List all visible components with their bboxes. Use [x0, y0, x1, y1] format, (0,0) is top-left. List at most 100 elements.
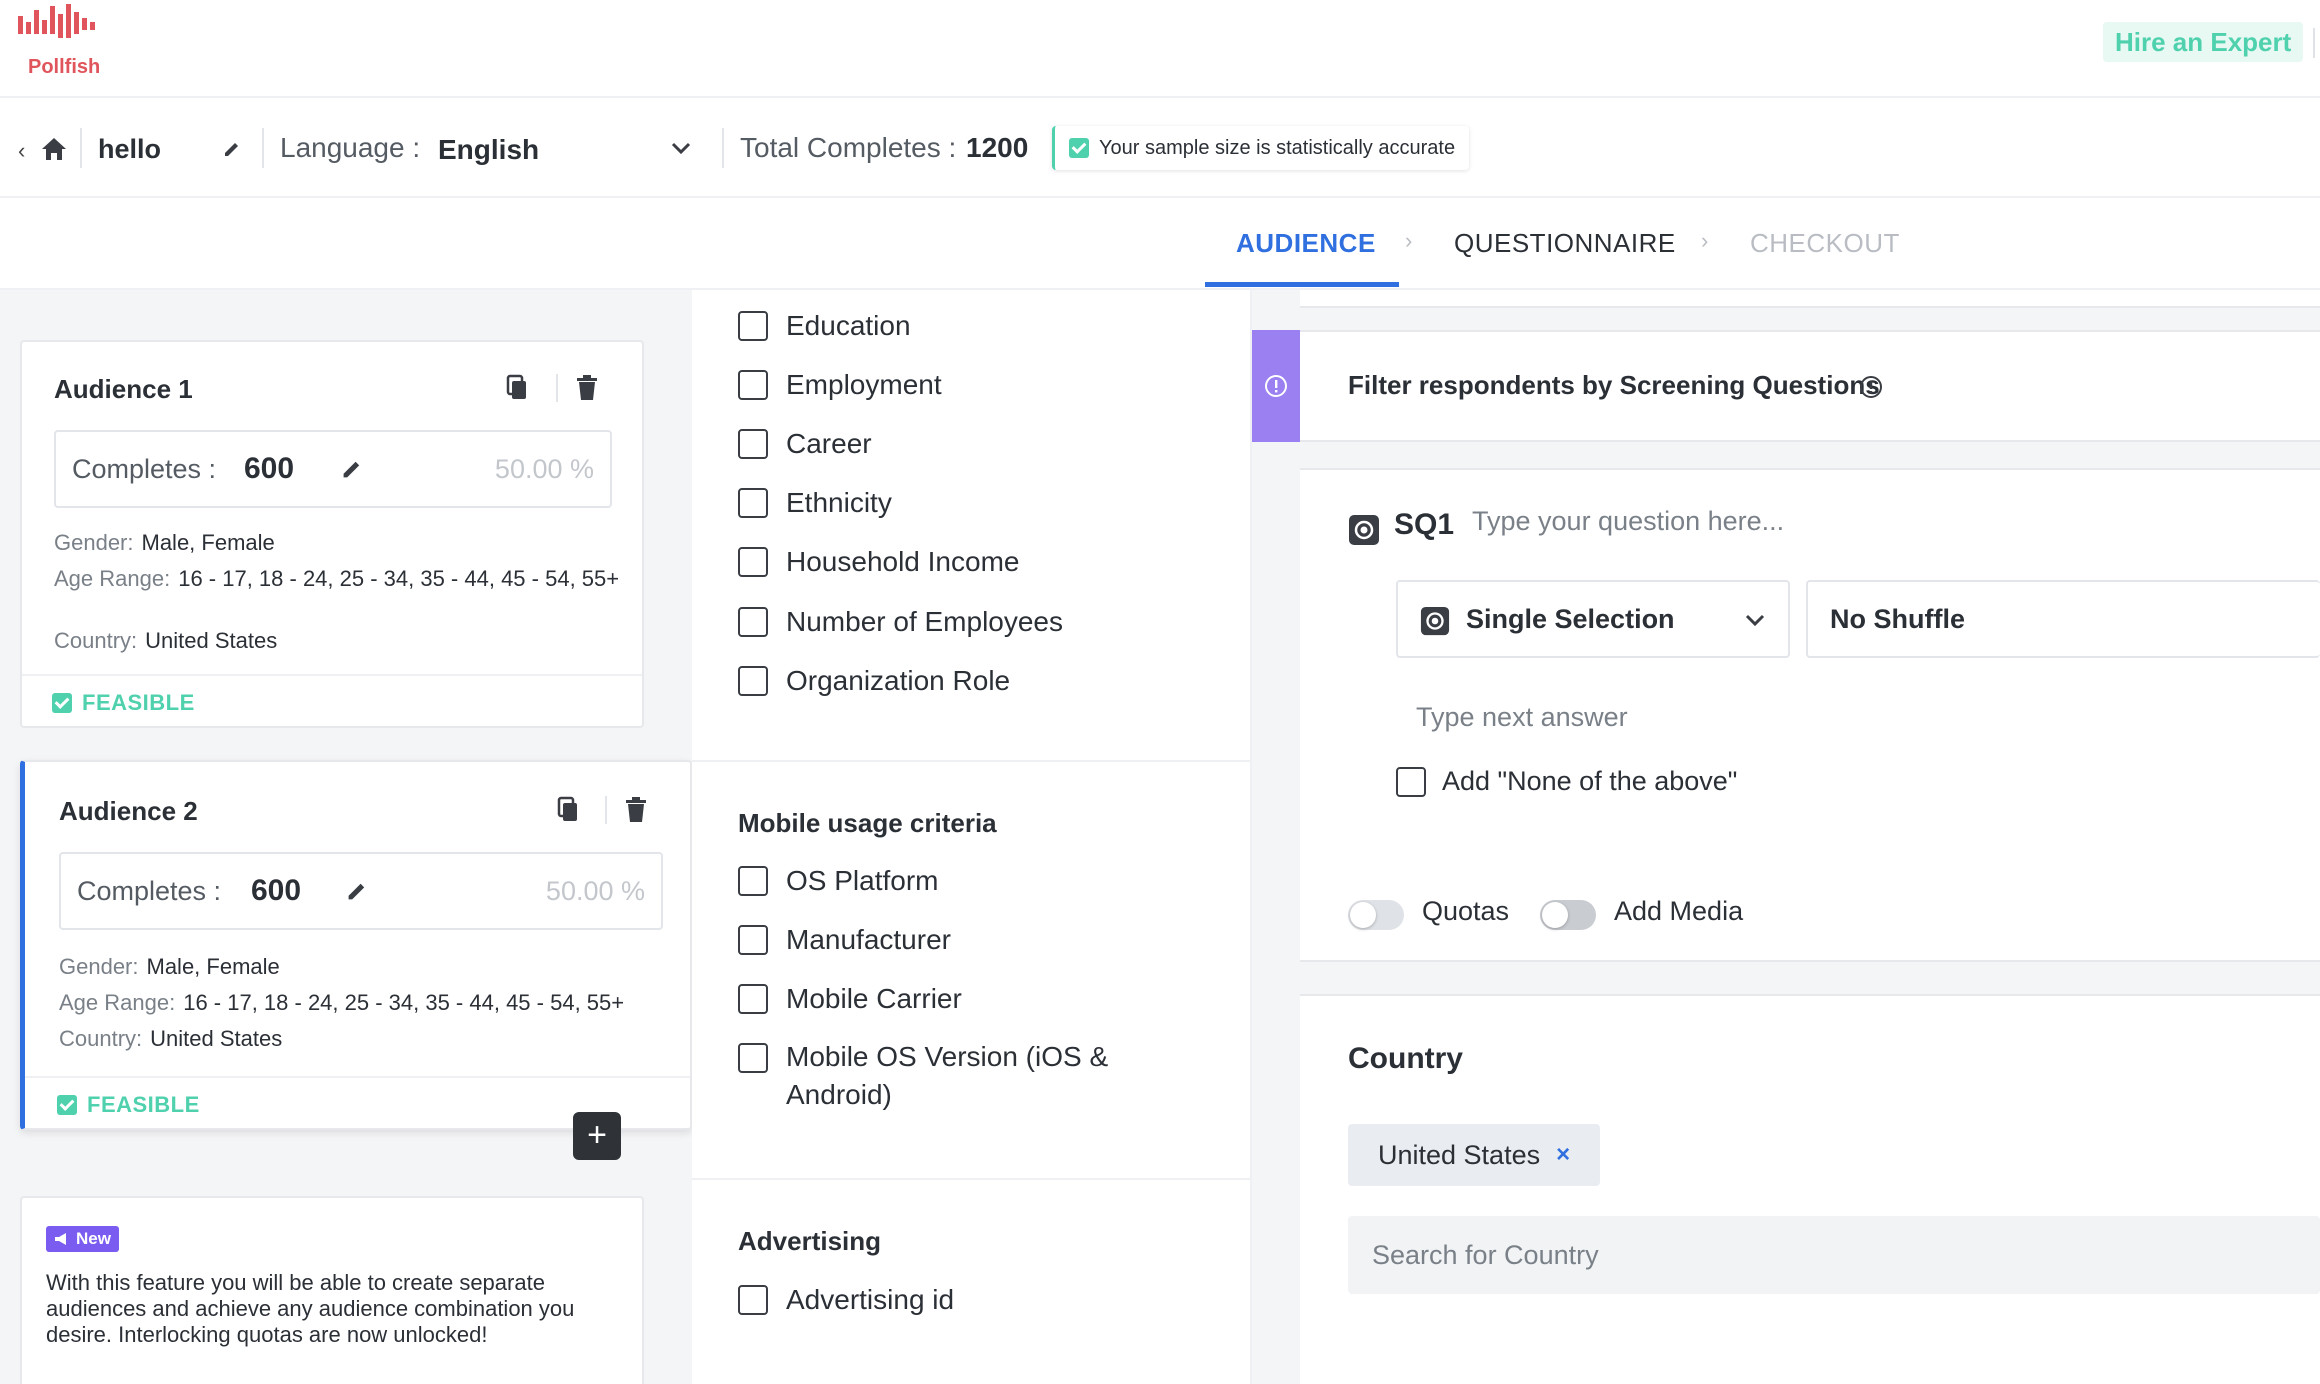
criteria-manufacturer[interactable]: Manufacturer: [738, 924, 951, 956]
completes-value[interactable]: 600: [244, 452, 294, 486]
completes-label: Completes :: [77, 876, 222, 906]
country-title: Country: [1348, 1042, 1463, 1075]
checkbox[interactable]: [738, 666, 768, 696]
section-divider: [692, 1178, 1250, 1180]
criteria-os-platform[interactable]: OS Platform: [738, 865, 938, 897]
criteria-organization-role[interactable]: Organization Role: [738, 665, 1010, 697]
chevron-down-icon[interactable]: [668, 138, 694, 158]
audience-card[interactable]: Audience 1 Completes : 600 50.00 % Gende…: [20, 340, 644, 728]
criteria-ethnicity[interactable]: Ethnicity: [738, 487, 892, 519]
add-media-label: Add Media: [1614, 896, 1744, 926]
screening-question-card: SQ1 Type your question here... Single Se…: [1300, 468, 2320, 868]
audience-age-range: Age Range: 16 - 17, 18 - 24, 25 - 34, 35 …: [54, 566, 620, 591]
checkbox[interactable]: [738, 370, 768, 400]
criteria-household-income[interactable]: Household Income: [738, 546, 1019, 578]
audience-country: Country: United States: [54, 628, 278, 653]
accuracy-text: Your sample size is statistically accura…: [1099, 136, 1456, 159]
checkbox[interactable]: [738, 547, 768, 577]
criteria-mobile-os-version[interactable]: Mobile OS Version (iOS & Android): [738, 1041, 1166, 1114]
info-icon[interactable]: [1858, 374, 1884, 400]
checkbox[interactable]: [1396, 767, 1426, 797]
checkbox[interactable]: [738, 1285, 768, 1315]
radio-question-icon: [1349, 515, 1379, 545]
feasible-status: FEASIBLE: [57, 1092, 200, 1118]
trash-icon[interactable]: [623, 796, 649, 824]
question-options-row: Quotas Add Media: [1300, 866, 2320, 962]
checkbox[interactable]: [738, 866, 768, 896]
criteria-employment[interactable]: Employment: [738, 369, 942, 401]
survey-name[interactable]: hello: [98, 134, 161, 165]
chevron-down-icon: [1745, 614, 1765, 627]
criteria-number-of-employees[interactable]: Number of Employees: [738, 606, 1063, 638]
checkbox[interactable]: [738, 1043, 768, 1073]
home-icon[interactable]: [40, 136, 68, 162]
separator: [80, 128, 82, 168]
audience-title: Audience 2: [59, 796, 198, 826]
tab-questionnaire[interactable]: QUESTIONNAIRE: [1454, 228, 1676, 259]
completes-percent: 50.00 %: [494, 454, 594, 484]
completes-percent: 50.00 %: [545, 876, 645, 906]
country-chip: United States ×: [1348, 1124, 1601, 1186]
audience-title: Audience 1: [54, 374, 193, 404]
criteria-career[interactable]: Career: [738, 428, 872, 460]
feasible-status: FEASIBLE: [52, 690, 195, 716]
question-input[interactable]: Type your question here...: [1472, 506, 1784, 537]
completes-input[interactable]: Completes : 600 50.00 %: [54, 430, 612, 508]
new-feature-text: With this feature you will be able to cr…: [46, 1270, 575, 1347]
question-type-select[interactable]: Single Selection: [1396, 580, 1790, 658]
screening-banner: Filter respondents by Screening Question…: [1300, 330, 2320, 442]
checkbox[interactable]: [738, 984, 768, 1014]
survey-bar: ‹ hello Language : English Total Complet…: [0, 98, 2320, 198]
edit-completes-pencil-icon[interactable]: [340, 457, 364, 481]
check-icon: [52, 693, 72, 713]
edit-name-pencil-icon[interactable]: [222, 139, 242, 159]
checkbox[interactable]: [738, 429, 768, 459]
criteria-panel: Education Employment Career Ethnicity Ho…: [692, 290, 1252, 1384]
criteria-mobile-carrier[interactable]: Mobile Carrier: [738, 983, 962, 1015]
feasibility-row: FEASIBLE: [22, 674, 642, 728]
criteria-advertising-id[interactable]: Advertising id: [738, 1284, 954, 1316]
shuffle-select[interactable]: No Shuffle: [1806, 580, 2320, 658]
hire-expert-button[interactable]: Hire an Expert: [2103, 22, 2304, 62]
add-audience-button[interactable]: +: [573, 1112, 621, 1160]
step-tabs: AUDIENCE › QUESTIONNAIRE › CHECKOUT: [0, 198, 2320, 290]
header-divider: [2313, 28, 2315, 58]
top-header: Pollfish Hire an Expert: [0, 0, 2320, 98]
completes-label: Completes :: [72, 454, 217, 484]
checkbox[interactable]: [738, 311, 768, 341]
country-chip-label: United States: [1378, 1139, 1541, 1170]
active-tab-indicator: [1205, 282, 1399, 287]
remove-chip-icon[interactable]: ×: [1556, 1141, 1570, 1169]
answer-input[interactable]: Type next answer: [1416, 702, 1628, 733]
screening-panel: Filter respondents by Screening Question…: [1252, 290, 2320, 1384]
back-chevron-icon[interactable]: ‹: [18, 138, 25, 164]
language-select[interactable]: English: [438, 134, 539, 166]
mobile-usage-heading: Mobile usage criteria: [738, 808, 997, 838]
new-badge: New: [46, 1226, 119, 1252]
audience-card-selected[interactable]: Audience 2 Completes : 600 50.00 % Gende…: [20, 760, 692, 1130]
total-completes-value: 1200: [966, 132, 1029, 163]
separator: [722, 128, 724, 168]
country-card: Country United States ×: [1300, 994, 2320, 1384]
checkbox[interactable]: [738, 925, 768, 955]
duplicate-icon[interactable]: [555, 796, 581, 824]
screening-banner-text: Filter respondents by Screening Question…: [1348, 370, 1880, 400]
duplicate-icon[interactable]: [504, 374, 530, 402]
trash-icon[interactable]: [574, 374, 600, 402]
completes-value[interactable]: 600: [251, 874, 301, 908]
accuracy-badge: Your sample size is statistically accura…: [1052, 126, 1470, 170]
section-divider: [692, 760, 1250, 762]
edit-completes-pencil-icon[interactable]: [345, 879, 369, 903]
checkbox[interactable]: [738, 607, 768, 637]
audiences-panel: Audience 1 Completes : 600 50.00 % Gende…: [0, 290, 692, 1384]
checkbox[interactable]: [738, 488, 768, 518]
chevron-right-icon: ›: [1405, 228, 1413, 253]
add-media-toggle[interactable]: [1540, 900, 1596, 930]
quotas-toggle[interactable]: [1348, 900, 1404, 930]
none-of-the-above-option[interactable]: Add "None of the above": [1396, 766, 1737, 797]
check-icon: [57, 1095, 77, 1115]
criteria-education[interactable]: Education: [738, 310, 911, 342]
completes-input[interactable]: Completes : 600 50.00 %: [59, 852, 663, 930]
country-search-input[interactable]: [1348, 1216, 2320, 1294]
tab-audience[interactable]: AUDIENCE: [1236, 228, 1376, 259]
